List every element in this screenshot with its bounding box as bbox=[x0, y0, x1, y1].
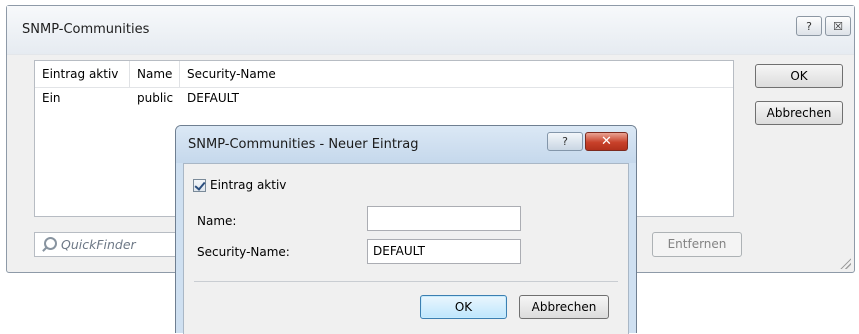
dialog-titlebar[interactable]: SNMP-Communities - Neuer Eintrag ? ✕ bbox=[176, 126, 636, 163]
table-cell: Ein bbox=[42, 91, 61, 105]
security-name-label: Security-Name: bbox=[197, 245, 290, 259]
window-titlebar: SNMP-Communities ? ☒ bbox=[7, 6, 854, 55]
quickfinder-input[interactable]: QuickFinder bbox=[34, 232, 179, 257]
table-header: Eintrag aktiv Name Security-Name bbox=[35, 61, 733, 88]
dialog-body: Eintrag aktiv Name: Security-Name: DEFAU… bbox=[183, 163, 629, 334]
checkmark-icon bbox=[194, 178, 206, 191]
active-checkbox[interactable] bbox=[193, 178, 206, 192]
help-icon[interactable]: ? bbox=[796, 16, 822, 36]
search-icon bbox=[41, 236, 59, 254]
close-icon[interactable]: ☒ bbox=[825, 16, 851, 36]
dialog-help-icon[interactable]: ? bbox=[547, 132, 583, 151]
cancel-button[interactable]: Abbrechen bbox=[755, 101, 843, 125]
name-label: Name: bbox=[197, 214, 237, 228]
table-cell: public bbox=[137, 91, 174, 105]
column-header-security-name[interactable]: Security-Name bbox=[180, 61, 733, 87]
resize-grip-icon[interactable] bbox=[839, 257, 851, 269]
window-title: SNMP-Communities bbox=[22, 22, 150, 37]
security-name-field[interactable]: DEFAULT bbox=[367, 239, 521, 264]
divider bbox=[194, 281, 618, 282]
name-field[interactable] bbox=[367, 206, 521, 231]
dialog-ok-button[interactable]: OK bbox=[420, 295, 507, 319]
ok-button[interactable]: OK bbox=[755, 64, 843, 88]
dialog-title: SNMP-Communities - Neuer Eintrag bbox=[188, 137, 419, 152]
table-row[interactable]: Ein public DEFAULT bbox=[35, 88, 733, 110]
column-header-eintrag-aktiv[interactable]: Eintrag aktiv bbox=[35, 61, 130, 87]
quickfinder-placeholder: QuickFinder bbox=[61, 237, 136, 252]
column-header-name[interactable]: Name bbox=[130, 61, 180, 87]
new-entry-dialog: SNMP-Communities - Neuer Eintrag ? ✕ Ein… bbox=[175, 125, 637, 334]
active-checkbox-label[interactable]: Eintrag aktiv bbox=[210, 178, 286, 192]
remove-button[interactable]: Entfernen bbox=[652, 232, 742, 257]
active-checkbox-row[interactable]: Eintrag aktiv bbox=[193, 178, 286, 192]
table-cell: DEFAULT bbox=[187, 91, 239, 105]
dialog-close-icon[interactable]: ✕ bbox=[585, 132, 628, 151]
dialog-cancel-button[interactable]: Abbrechen bbox=[519, 295, 609, 319]
